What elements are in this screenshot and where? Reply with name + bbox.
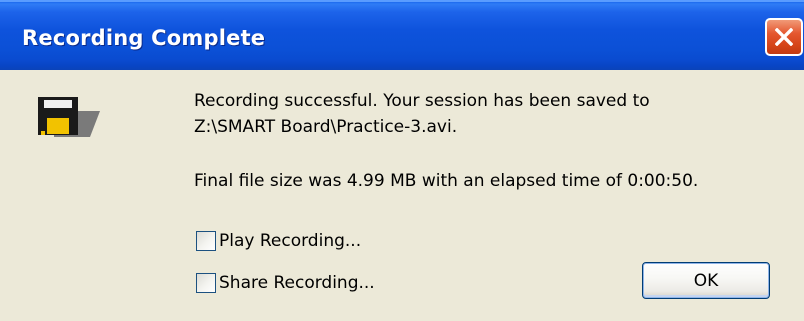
close-button[interactable]: [765, 18, 803, 56]
title-bar[interactable]: Recording Complete: [0, 0, 804, 70]
title-bar-highlight: [0, 0, 804, 2]
floppy-disk-icon: [38, 97, 100, 137]
message-file-path: Z:\SMART Board\Practice-3.avi.: [194, 117, 458, 137]
dialog-body: Recording successful. Your session has b…: [0, 70, 804, 321]
share-recording-checkbox[interactable]: [196, 273, 216, 293]
ok-button-label: OK: [693, 270, 719, 291]
play-recording-checkbox[interactable]: [196, 231, 216, 251]
message-success: Recording successful. Your session has b…: [194, 91, 650, 111]
window-title: Recording Complete: [22, 26, 266, 50]
share-recording-option[interactable]: Share Recording...: [196, 271, 375, 295]
play-recording-label[interactable]: Play Recording...: [219, 231, 361, 251]
close-icon: [775, 28, 793, 46]
ok-button[interactable]: OK: [642, 262, 770, 299]
message-file-size: Final file size was 4.99 MB with an elap…: [194, 171, 699, 191]
recording-complete-dialog: Recording Complete Recording successful.…: [0, 0, 804, 321]
play-recording-option[interactable]: Play Recording...: [196, 229, 361, 253]
share-recording-label[interactable]: Share Recording...: [219, 273, 375, 293]
